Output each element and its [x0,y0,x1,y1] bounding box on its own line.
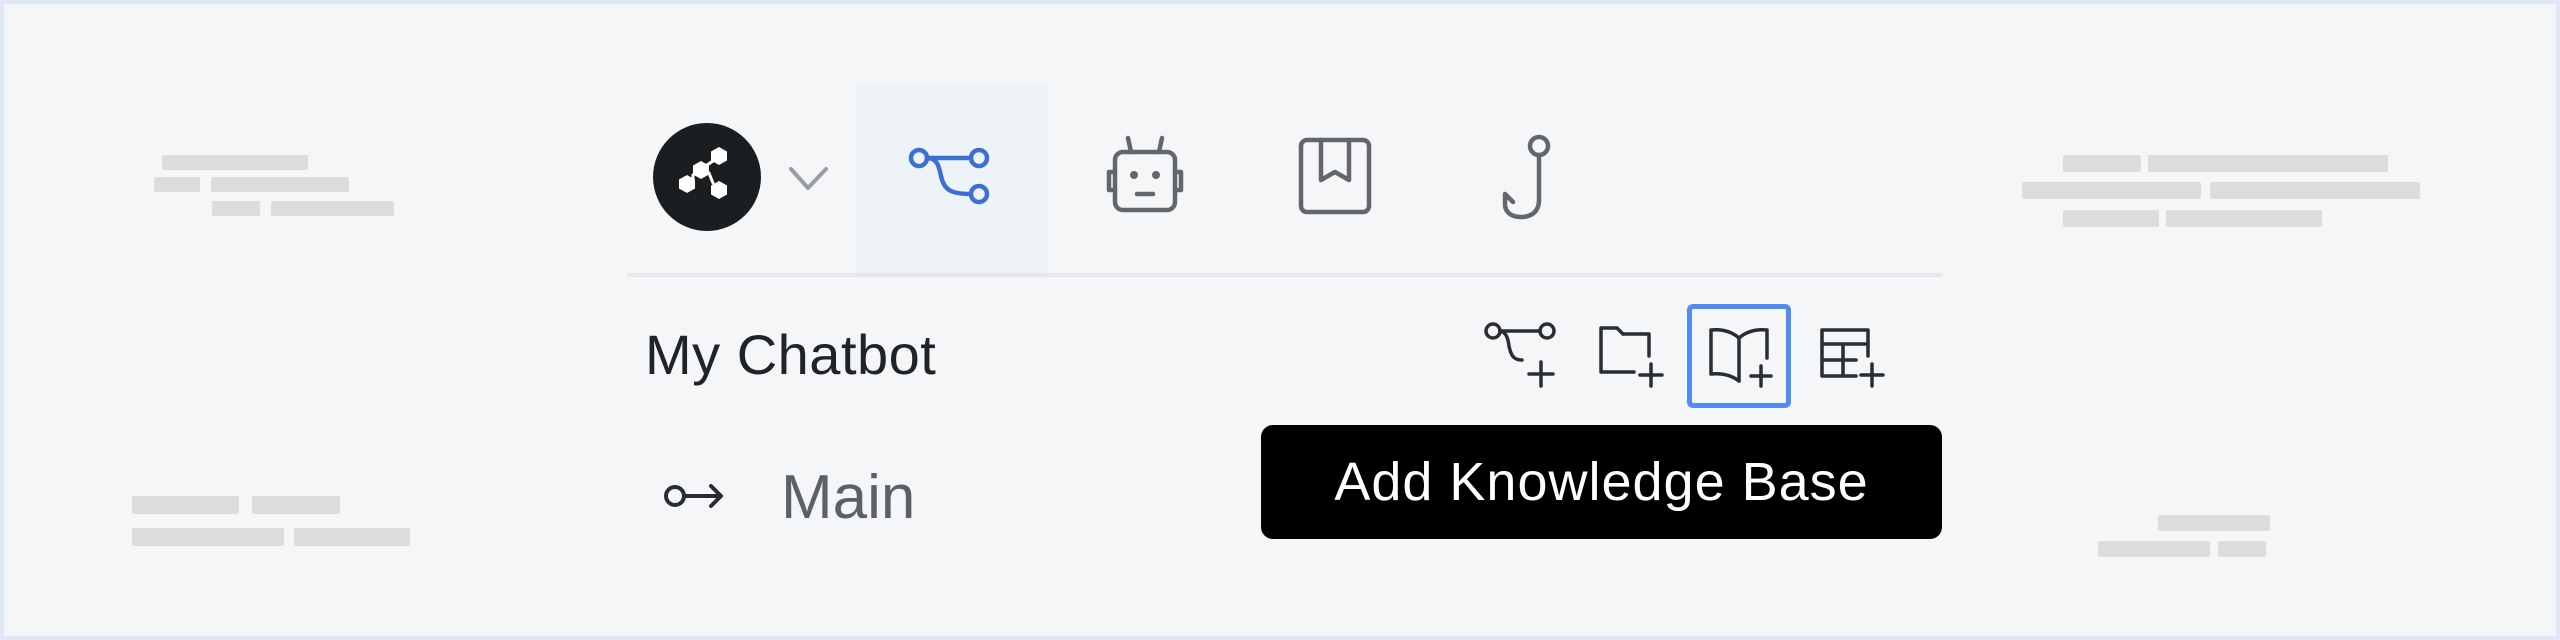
tab-hook[interactable] [1431,82,1623,273]
tab-library[interactable] [1239,82,1431,273]
tooltip: Add Knowledge Base [1261,425,1942,539]
screen-frame: My Chatbot Main Add Knowledge Base [0,0,2560,640]
hexagon-cluster-icon [679,147,727,199]
placeholder-block [132,528,284,546]
chevron-down-icon [789,167,828,190]
workspace-logo[interactable] [653,123,761,231]
placeholder-block [2098,541,2210,557]
bookmark-book-icon [1298,137,1372,215]
toolbar-divider [627,273,1942,277]
placeholder-block [132,496,239,514]
add-table-button[interactable] [1798,304,1902,408]
placeholder-block [212,201,260,216]
tab-bot[interactable] [1047,82,1239,273]
placeholder-block [162,155,308,170]
add-book-icon [1709,328,1773,388]
top-toolbar [627,82,1942,274]
add-folder-icon [1599,326,1664,388]
placeholder-block [154,177,200,192]
robot-icon [1106,135,1184,213]
add-folder-button[interactable] [1577,304,1681,408]
page-title: My Chatbot [645,323,937,386]
placeholder-block [2022,182,2201,199]
workspace-switcher[interactable] [786,159,834,199]
placeholder-block [2063,210,2159,227]
placeholder-block [2148,155,2388,172]
add-flow-button[interactable] [1466,304,1570,408]
placeholder-block [2063,155,2141,172]
add-table-icon [1820,328,1885,388]
chatbot-panel: My Chatbot Main Add Knowledge Base [627,82,1942,552]
placeholder-block [252,496,340,514]
placeholder-block [2166,210,2322,227]
flow-branch-icon [908,147,990,205]
add-knowledge-base-button[interactable] [1687,304,1791,408]
placeholder-block [271,201,394,216]
placeholder-block [294,528,410,546]
add-flow-icon [1484,322,1556,388]
placeholder-block [211,177,349,192]
hook-icon [1502,134,1551,220]
flow-item-label: Main [781,463,916,532]
placeholder-block [2218,541,2266,557]
tab-flow[interactable] [855,82,1047,273]
placeholder-block [2210,182,2420,199]
entry-arrow-icon [664,484,723,508]
placeholder-block [2158,515,2270,531]
